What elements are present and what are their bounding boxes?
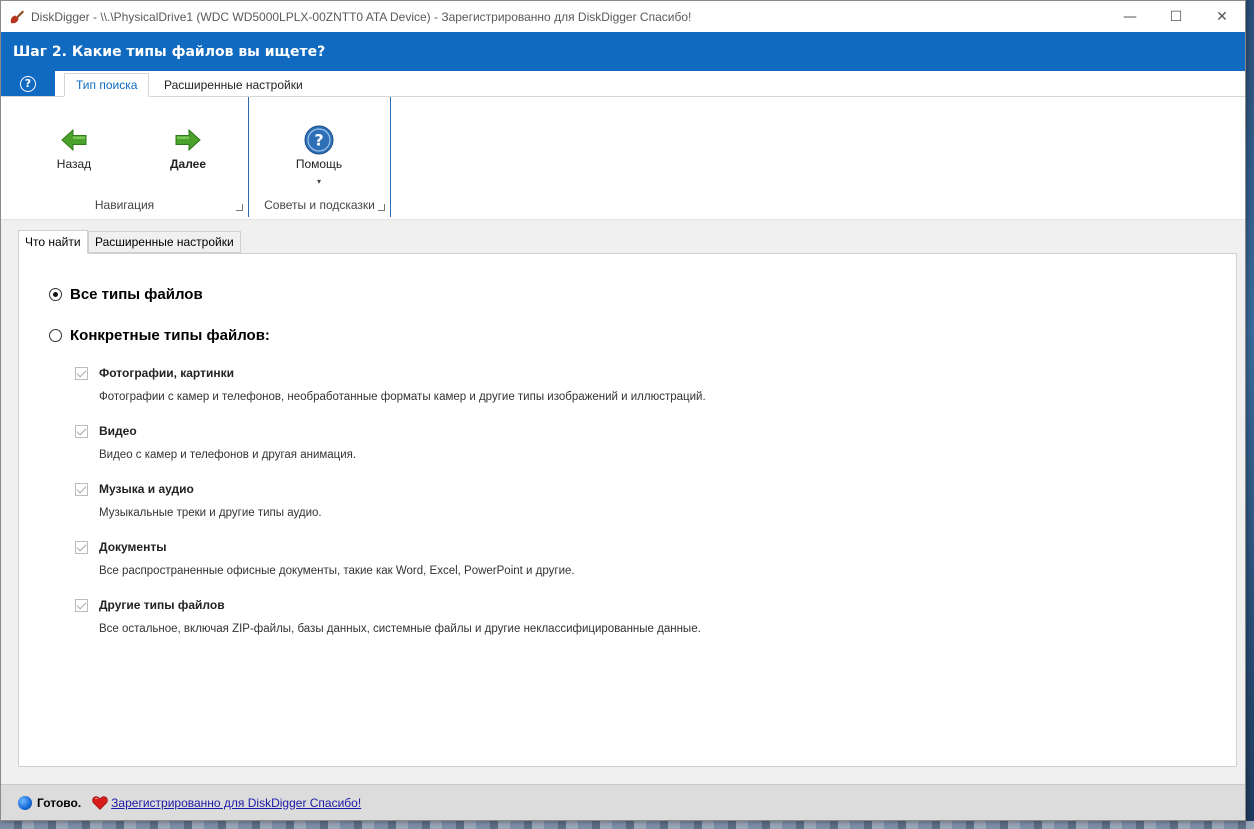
other-description: Все остальное, включая ZIP-файлы, базы д… <box>99 623 701 635</box>
arrow-right-icon <box>175 129 201 151</box>
file-type-video: Видео Видео с камер и телефонов и другая… <box>75 424 356 461</box>
video-checkbox[interactable] <box>75 424 88 438</box>
registration-link[interactable]: Зарегистрированно для DiskDigger Спасибо… <box>111 796 361 810</box>
documents-checkbox[interactable] <box>75 540 88 554</box>
search-options-panel: Все типы файлов Конкретные типы файлов: … <box>18 253 1237 767</box>
status-text: Готово. <box>37 795 82 810</box>
help-tab-button[interactable]: ? <box>1 71 55 96</box>
navigation-group-label: Навигация <box>94 198 155 212</box>
svg-text:?: ? <box>314 131 323 150</box>
photos-description: Фотографии с камер и телефонов, необрабо… <box>99 391 706 403</box>
audio-label: Музыка и аудио <box>99 482 194 496</box>
back-label: Назад <box>56 157 92 171</box>
dialog-launcher-icon[interactable] <box>236 204 243 211</box>
window-controls: — ☐ ✕ <box>1107 1 1245 32</box>
file-type-photos: Фотографии, картинки Фотографии с камер … <box>75 366 706 403</box>
documents-label: Документы <box>99 540 167 554</box>
all-types-radio-row[interactable]: Все типы файлов <box>49 286 203 303</box>
next-button[interactable]: Далее <box>153 129 223 171</box>
tab-advanced-settings[interactable]: Расширенные настройки <box>153 73 314 97</box>
close-button[interactable]: ✕ <box>1199 1 1245 32</box>
other-checkbox[interactable] <box>75 598 88 612</box>
all-types-radio[interactable] <box>49 288 62 301</box>
all-types-label: Все типы файлов <box>70 286 203 303</box>
step-title: Шаг 2. Какие типы файлов вы ищете? <box>13 43 326 60</box>
title-bar[interactable]: DiskDigger - \\.\PhysicalDrive1 (WDC WD5… <box>1 1 1245 32</box>
specific-types-radio-row[interactable]: Конкретные типы файлов: <box>49 327 270 344</box>
tab-search-type[interactable]: Тип поиска <box>64 73 150 97</box>
chevron-down-icon: ▾ <box>316 177 321 186</box>
maximize-button[interactable]: ☐ <box>1153 1 1199 32</box>
documents-description: Все распространенные офисные документы, … <box>99 565 575 577</box>
shovel-app-icon <box>10 10 24 23</box>
help-question-icon: ? <box>304 125 334 155</box>
audio-checkbox[interactable] <box>75 482 88 496</box>
specific-types-label: Конкретные типы файлов: <box>70 327 270 344</box>
tips-group-label: Советы и подсказки <box>264 198 375 212</box>
help-button[interactable]: ? Помощь ▾ <box>284 125 354 186</box>
arrow-left-icon <box>61 129 87 151</box>
window-title: DiskDigger - \\.\PhysicalDrive1 (WDC WD5… <box>31 9 692 24</box>
content-area: Что найти Расширенные настройки Все типы… <box>9 221 1237 776</box>
file-type-documents: Документы Все распространенные офисные д… <box>75 540 575 577</box>
next-label: Далее <box>169 157 207 171</box>
dialog-launcher-icon[interactable] <box>378 204 385 211</box>
ribbon-group-navigation: Назад Далее Навигация <box>1 97 249 217</box>
desktop-background <box>0 821 1254 829</box>
help-label: Помощь <box>295 157 343 171</box>
ribbon-tab-bar: ? Тип поиска Расширенные настройки <box>1 71 1245 97</box>
question-icon: ? <box>20 75 36 92</box>
photos-checkbox[interactable] <box>75 366 88 380</box>
status-globe-icon <box>18 795 32 810</box>
tab-what-to-find[interactable]: Что найти <box>18 230 88 254</box>
specific-types-radio[interactable] <box>49 329 62 342</box>
heart-icon <box>92 795 108 810</box>
back-button[interactable]: Назад <box>39 129 109 171</box>
file-type-audio: Музыка и аудио Музыкальные треки и други… <box>75 482 322 519</box>
ribbon-group-tips: ? Помощь ▾ Советы и подсказки <box>249 97 391 217</box>
step-header: Шаг 2. Какие типы файлов вы ищете? <box>1 32 1245 71</box>
ribbon-panel: Назад Далее Навигация ? Помощь ▾ Советы … <box>1 97 1245 220</box>
minimize-button[interactable]: — <box>1107 1 1153 32</box>
tab-inner-advanced-settings[interactable]: Расширенные настройки <box>88 231 241 253</box>
photos-label: Фотографии, картинки <box>99 366 234 380</box>
app-window: DiskDigger - \\.\PhysicalDrive1 (WDC WD5… <box>0 0 1246 821</box>
file-type-other: Другие типы файлов Все остальное, включа… <box>75 598 701 635</box>
audio-description: Музыкальные треки и другие типы аудио. <box>99 507 322 519</box>
other-label: Другие типы файлов <box>99 598 225 612</box>
video-label: Видео <box>99 424 137 438</box>
video-description: Видео с камер и телефонов и другая анима… <box>99 449 357 461</box>
status-bar: Готово. Зарегистрированно для DiskDigger… <box>1 784 1245 820</box>
